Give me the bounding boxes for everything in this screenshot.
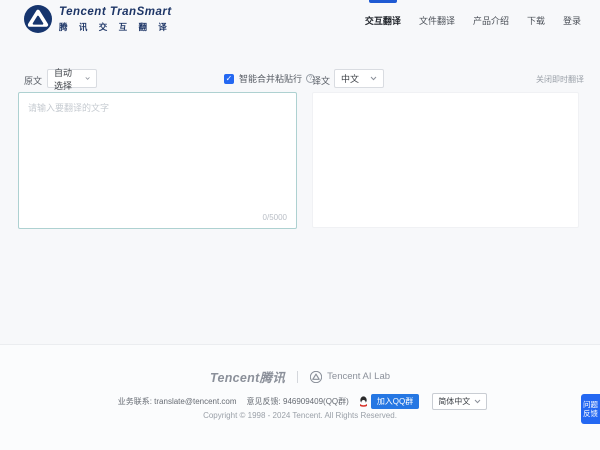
ai-lab-label: Tencent AI Lab xyxy=(327,371,390,382)
translate-controls: 原文 自动选择 ✓ 智能合并粘贴行 ? 译文 中文 关闭即时翻译 xyxy=(0,68,600,92)
nav-tab-label: 下载 xyxy=(527,14,545,27)
brand-divider xyxy=(297,371,298,383)
nav-tab-label: 产品介绍 xyxy=(473,14,509,27)
transmart-page: Tencent TranSmart 腾 讯 交 互 翻 译 交互翻译 文件翻译 … xyxy=(0,0,600,450)
source-language-select[interactable]: 自动选择 xyxy=(47,69,97,88)
char-count: 0/5000 xyxy=(263,213,287,222)
smart-merge-option: ✓ 智能合并粘贴行 ? xyxy=(224,72,315,85)
feedback-line2: 反馈 xyxy=(583,409,598,418)
site-language-value: 简体中文 xyxy=(438,396,470,407)
smart-merge-checkbox[interactable]: ✓ xyxy=(224,74,234,84)
footer: Tencent腾讯 Tencent AI Lab 业务联系: translate… xyxy=(0,344,600,450)
logo-text: Tencent TranSmart 腾 讯 交 互 翻 译 xyxy=(59,6,172,33)
main-nav: 交互翻译 文件翻译 产品介绍 下载 登录 xyxy=(356,0,590,40)
nav-tab-label: 交互翻译 xyxy=(365,14,401,27)
translation-output-panel xyxy=(312,92,579,228)
ai-lab-triangle-icon xyxy=(310,371,322,383)
site-language-select[interactable]: 简体中文 xyxy=(432,393,487,410)
footer-brands: Tencent腾讯 Tencent AI Lab xyxy=(0,367,600,386)
nav-tab-download[interactable]: 下载 xyxy=(518,0,554,40)
logo-subtitle: 腾 讯 交 互 翻 译 xyxy=(59,21,172,33)
source-text-panel: 0/5000 xyxy=(18,92,297,229)
logo[interactable]: Tencent TranSmart 腾 讯 交 互 翻 译 xyxy=(24,5,172,33)
header: Tencent TranSmart 腾 讯 交 互 翻 译 交互翻译 文件翻译 … xyxy=(0,0,600,44)
join-qq-group-button[interactable]: 加入QQ群 xyxy=(371,394,419,409)
feedback-contact: 意见反馈: 946909409(QQ群) xyxy=(247,396,349,407)
active-tab-indicator xyxy=(369,0,397,3)
nav-tab-login[interactable]: 登录 xyxy=(554,0,590,40)
chevron-down-icon xyxy=(370,76,377,81)
source-text-input[interactable] xyxy=(19,93,296,208)
qq-penguin-icon xyxy=(359,396,368,407)
nav-tab-interactive-translate[interactable]: 交互翻译 xyxy=(356,0,410,40)
logo-title: Tencent TranSmart xyxy=(59,6,172,18)
tencent-logo: Tencent腾讯 xyxy=(210,367,285,386)
target-label: 译文 xyxy=(312,74,330,87)
tencent-ai-lab: Tencent AI Lab xyxy=(310,371,390,383)
source-label: 原文 xyxy=(24,74,42,87)
nav-tab-label: 文件翻译 xyxy=(419,14,455,27)
chevron-down-icon xyxy=(85,76,90,81)
target-language-value: 中文 xyxy=(341,72,359,85)
business-contact: 业务联系: translate@tencent.com xyxy=(118,396,237,407)
transmart-logo-icon xyxy=(24,5,52,33)
nav-tab-product-intro[interactable]: 产品介绍 xyxy=(464,0,518,40)
copyright: Copyright © 1998 - 2024 Tencent. All Rig… xyxy=(0,411,600,420)
nav-tab-file-translate[interactable]: 文件翻译 xyxy=(410,0,464,40)
footer-contact-row: 业务联系: translate@tencent.com 意见反馈: 946909… xyxy=(0,393,600,410)
feedback-line1: 问题 xyxy=(583,400,598,409)
smart-merge-label: 智能合并粘贴行 xyxy=(239,72,302,85)
qq-group-action: 加入QQ群 xyxy=(359,394,419,409)
nav-tab-label: 登录 xyxy=(563,14,581,27)
target-language-select[interactable]: 中文 xyxy=(334,69,384,88)
close-realtime-translate-link[interactable]: 关闭即时翻译 xyxy=(536,74,584,85)
feedback-float-button[interactable]: 问题 反馈 xyxy=(581,394,600,424)
chevron-down-icon xyxy=(474,399,481,404)
source-language-value: 自动选择 xyxy=(54,66,81,92)
